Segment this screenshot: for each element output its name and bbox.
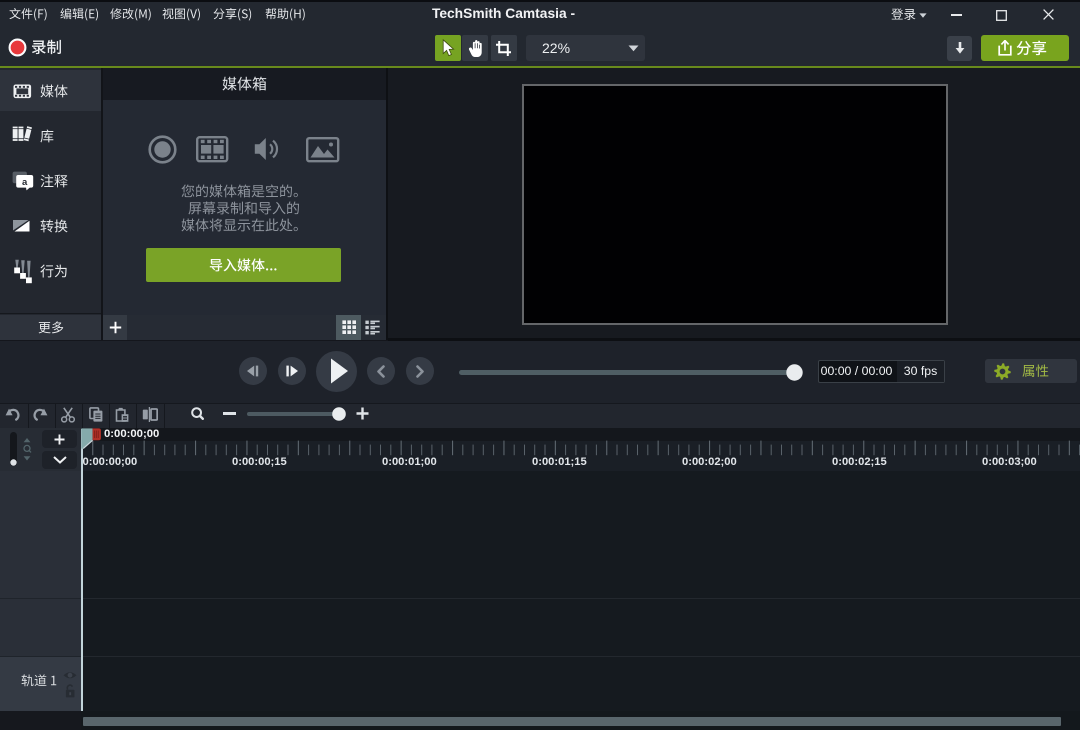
svg-text:a: a <box>22 176 28 187</box>
